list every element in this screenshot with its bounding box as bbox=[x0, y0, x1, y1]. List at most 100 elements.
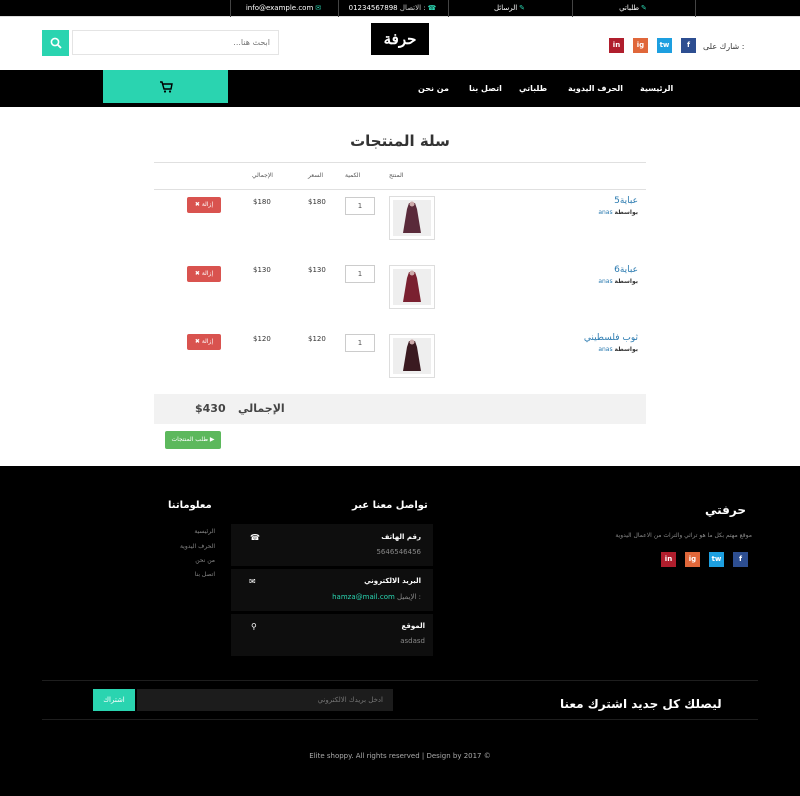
remove-label: إزالة bbox=[201, 270, 214, 277]
header-price: السعر bbox=[308, 172, 324, 179]
divider bbox=[154, 162, 646, 163]
topbar-email[interactable]: info@example.com ✉ bbox=[230, 0, 338, 17]
order-button[interactable]: طلب المنتجات ▶ bbox=[165, 431, 221, 449]
cart-icon bbox=[159, 80, 173, 93]
linkedin-icon[interactable]: in bbox=[609, 38, 624, 53]
contact-email-title: البريد الالكتروني bbox=[364, 577, 421, 585]
cart-total-row bbox=[154, 394, 646, 424]
close-icon: ✖ bbox=[194, 201, 200, 208]
item-total: $130 bbox=[253, 266, 271, 274]
contact-phone-title: رقم الهاتف bbox=[381, 533, 421, 541]
quantity-input[interactable]: 1 bbox=[345, 265, 375, 283]
search-button[interactable] bbox=[42, 30, 69, 56]
header-qty: الكمية bbox=[345, 172, 361, 179]
close-icon: ✖ bbox=[194, 338, 200, 345]
footer-link-contact[interactable]: اتصل بنا bbox=[195, 571, 215, 578]
top-bar: info@example.com ✉ 01234567898 الاتصال : ☎… bbox=[0, 0, 800, 17]
twitter-icon[interactable]: tw bbox=[709, 552, 724, 567]
product-name[interactable]: عباية5 bbox=[614, 196, 638, 206]
facebook-icon[interactable]: f bbox=[733, 552, 748, 567]
dress-icon bbox=[403, 201, 421, 233]
remove-label: إزالة bbox=[201, 338, 214, 345]
footer-link-handicrafts[interactable]: الحرف اليدوية bbox=[180, 543, 215, 550]
quantity-input[interactable]: 1 bbox=[345, 334, 375, 352]
seller-label: بواسطة bbox=[614, 278, 638, 285]
item-price: $120 bbox=[308, 335, 326, 343]
subscribe-button[interactable]: اشتراك bbox=[93, 689, 135, 711]
instagram-icon[interactable]: ig bbox=[633, 38, 648, 53]
dress-icon bbox=[403, 339, 421, 371]
search-input[interactable] bbox=[72, 30, 279, 55]
contact-email-box: ✉ البريد الالكتروني hamza@mail.com الإيم… bbox=[231, 569, 433, 611]
topbar-messages-label: الرسائل bbox=[493, 4, 518, 12]
remove-button[interactable]: ✖ إزالة bbox=[187, 197, 221, 213]
phone-icon: ☎ bbox=[250, 533, 260, 542]
topbar-phone-number: 01234567898 bbox=[348, 4, 398, 12]
topbar-orders[interactable]: طلباتي ✎ bbox=[572, 0, 696, 17]
topbar-messages[interactable]: الرسائل ✎ bbox=[448, 0, 572, 17]
map-pin-icon: ⚲ bbox=[251, 622, 257, 631]
product-seller: anas بواسطة bbox=[598, 346, 638, 353]
nav-contact[interactable]: اتصل بنا bbox=[469, 84, 502, 93]
quantity-input[interactable]: 1 bbox=[345, 197, 375, 215]
product-name[interactable]: عباية6 bbox=[614, 265, 638, 275]
subscribe-title: ليصلك كل جديد اشترك معنا bbox=[560, 697, 722, 711]
divider bbox=[42, 680, 758, 681]
search-icon bbox=[50, 37, 62, 49]
divider bbox=[42, 719, 758, 720]
product-seller: anas بواسطة bbox=[598, 209, 638, 216]
site-logo[interactable]: حرفة bbox=[371, 23, 429, 55]
product-image[interactable] bbox=[389, 334, 435, 378]
nav-home[interactable]: الرئيسية bbox=[640, 84, 673, 93]
email-link[interactable]: hamza@mail.com bbox=[332, 593, 395, 601]
footer-link-home[interactable]: الرئيسية bbox=[194, 528, 215, 535]
nav-about[interactable]: من نحن bbox=[418, 84, 449, 93]
close-icon: ✖ bbox=[194, 270, 200, 277]
product-image[interactable] bbox=[389, 196, 435, 240]
item-price: $180 bbox=[308, 198, 326, 206]
nav-handicrafts[interactable]: الحرف اليدوية bbox=[568, 84, 623, 93]
mail-icon: ✉ bbox=[315, 4, 322, 12]
instagram-icon[interactable]: ig bbox=[685, 552, 700, 567]
phone-icon: ☎ bbox=[427, 4, 437, 12]
cart-title: سلة المنتجات bbox=[350, 132, 450, 150]
header-product: المنتج bbox=[389, 172, 404, 179]
envelope-icon: ✉ bbox=[249, 577, 256, 586]
contact-location-box: ⚲ الموقع asdasd bbox=[231, 614, 433, 656]
seller-link[interactable]: anas bbox=[598, 209, 612, 216]
email-label: الإيميل : bbox=[397, 593, 421, 601]
play-icon: ▶ bbox=[209, 436, 215, 443]
product-name[interactable]: ثوب فلسطيني bbox=[584, 333, 638, 343]
product-image[interactable] bbox=[389, 265, 435, 309]
dress-icon bbox=[403, 270, 421, 302]
info-title: معلوماتنا bbox=[168, 500, 212, 511]
seller-label: بواسطة bbox=[614, 209, 638, 216]
nav-my-orders[interactable]: طلباتي bbox=[519, 84, 547, 93]
remove-button[interactable]: ✖ إزالة bbox=[187, 266, 221, 282]
cart-button[interactable] bbox=[103, 70, 228, 103]
copyright: Elite shoppy. All rights reserved | Desi… bbox=[309, 752, 491, 760]
contact-location-title: الموقع bbox=[401, 622, 425, 630]
topbar-phone[interactable]: 01234567898 الاتصال : ☎ bbox=[338, 0, 448, 17]
topbar-phone-label: الاتصال : bbox=[399, 4, 426, 12]
remove-label: إزالة bbox=[201, 201, 214, 208]
contact-phone-box: ☎ رقم الهاتف 5646546456 bbox=[231, 524, 433, 566]
footer-brand-title: حرفتي bbox=[705, 503, 747, 517]
contact-phone-value: 5646546456 bbox=[376, 548, 421, 556]
footer-link-about[interactable]: من نحن bbox=[195, 557, 215, 564]
facebook-icon[interactable]: f bbox=[681, 38, 696, 53]
twitter-icon[interactable]: tw bbox=[657, 38, 672, 53]
remove-button[interactable]: ✖ إزالة bbox=[187, 334, 221, 350]
topbar-email-text: info@example.com bbox=[245, 4, 314, 12]
seller-link[interactable]: anas bbox=[598, 278, 612, 285]
contact-location-value: asdasd bbox=[400, 637, 425, 645]
subscribe-email-input[interactable] bbox=[137, 689, 393, 711]
item-total: $180 bbox=[253, 198, 271, 206]
total-label: الإجمالي bbox=[238, 402, 285, 415]
topbar-orders-label: طلباتي bbox=[619, 4, 640, 12]
linkedin-icon[interactable]: in bbox=[661, 552, 676, 567]
seller-link[interactable]: anas bbox=[598, 346, 612, 353]
seller-label: بواسطة bbox=[614, 346, 638, 353]
edit-icon: ✎ bbox=[519, 4, 526, 12]
share-label: شارك على : bbox=[703, 42, 745, 51]
